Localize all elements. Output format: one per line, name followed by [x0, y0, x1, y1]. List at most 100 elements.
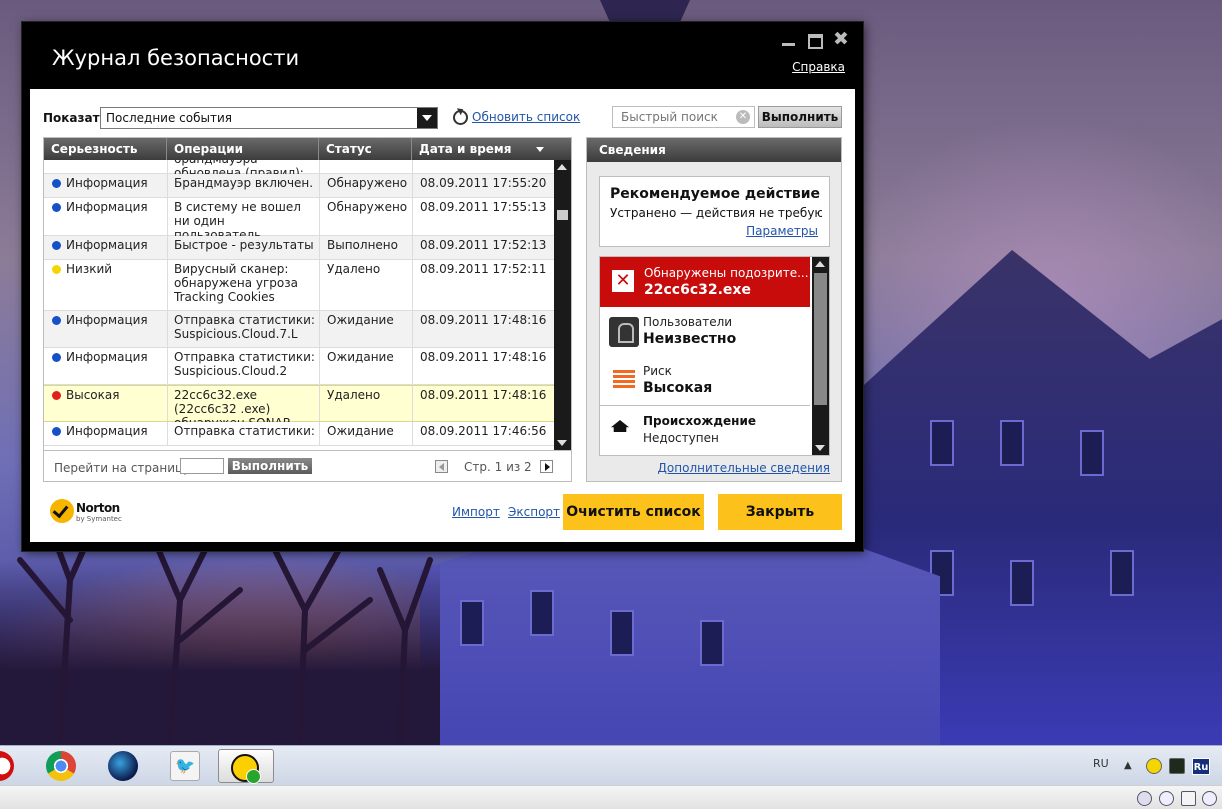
datetime-cell: 08.09.2011 17:52:11 [420, 262, 547, 276]
status-cell: Удалено [327, 388, 381, 402]
column-divider [319, 160, 320, 173]
column-datetime[interactable]: Дата и время [412, 138, 554, 160]
status-cell: Выполнено [327, 238, 398, 252]
norton-brand-sub: by Symantec [76, 515, 122, 523]
log-scrollbar[interactable] [554, 160, 571, 450]
pen-icon[interactable] [1181, 791, 1196, 806]
scroll-thumb[interactable] [814, 273, 827, 405]
norton-tray-icon[interactable] [1146, 758, 1162, 774]
goto-page-label: Перейти на страницу: [54, 461, 195, 475]
severity-text: Информация [66, 313, 148, 327]
severity-text: Низкий [66, 262, 113, 276]
help-link[interactable]: Справка [792, 60, 845, 74]
prev-page-icon[interactable] [435, 460, 448, 473]
scroll-up-icon[interactable] [815, 261, 825, 267]
show-dropdown[interactable]: Последние события [100, 107, 438, 129]
secondary-tray-bar [0, 785, 1222, 809]
settings-icon[interactable] [1159, 791, 1174, 806]
column-operations[interactable]: Операции [167, 138, 319, 160]
origin-label: Происхождение [643, 414, 756, 428]
parameters-link[interactable]: Параметры [746, 224, 818, 238]
status-cell: Обнаружено [327, 176, 408, 190]
network-icon[interactable] [1137, 791, 1152, 806]
language-indicator[interactable]: RU [1093, 757, 1109, 770]
severity-dot-icon [52, 391, 61, 400]
taskbar-norton[interactable] [218, 749, 274, 784]
column-divider [412, 160, 413, 173]
opera-icon [0, 751, 14, 781]
goto-page-input[interactable] [180, 458, 224, 474]
operation-cell: Отправка статистики: Suspicious.Cloud.7.… [174, 313, 315, 341]
clear-icon[interactable]: ✕ [736, 110, 750, 124]
sort-desc-icon[interactable] [536, 147, 544, 152]
taskbar-chrome[interactable] [34, 749, 90, 783]
details-header: Сведения [587, 138, 841, 162]
display-icon[interactable] [1202, 791, 1217, 806]
search-go-button[interactable]: Выполнить [758, 106, 842, 128]
status-cell: Ожидание [327, 424, 394, 438]
column-severity[interactable]: Серьезность [44, 138, 167, 160]
severity-text: Информация [66, 200, 148, 214]
tray-expand-icon[interactable]: ▲ [1124, 760, 1132, 771]
refresh-list-link[interactable]: Обновить список [472, 110, 580, 124]
table-row[interactable]: Низкий Вирусный сканер: обнаружена угроза… [44, 260, 554, 311]
table-row[interactable]: Информация Отправка статистики: Ожидание 08… [44, 422, 554, 446]
table-row[interactable]: ИнформацияНастройка брандмауэра обновлен… [44, 160, 554, 194]
threat-x-icon: ✕ [612, 270, 634, 292]
scroll-down-icon[interactable] [815, 445, 825, 451]
taskbar-twitter[interactable]: 🐦 [158, 749, 214, 783]
minimize-icon[interactable] [781, 32, 797, 48]
recommended-action-text: Устранено — действия не требуют... [610, 206, 822, 220]
table-row[interactable]: Информация Быстрое - результаты Выполнено 0… [44, 236, 554, 260]
import-link[interactable]: Импорт [452, 505, 500, 519]
threat-scrollbar[interactable] [812, 257, 829, 455]
table-row[interactable]: Высокая22cc6c32.exe (22cc6c32 .exe) обна… [44, 385, 554, 430]
terminal-tray-icon[interactable] [1169, 758, 1185, 774]
severity-dot-icon [52, 203, 61, 212]
scroll-down-icon[interactable] [557, 440, 567, 446]
column-divider [167, 174, 168, 197]
table-row[interactable]: Информация Отправка статистики: Suspiciou… [44, 348, 554, 385]
datetime-cell: 08.09.2011 17:48:16 [420, 388, 547, 402]
column-divider [167, 311, 168, 347]
refresh-icon[interactable] [453, 110, 468, 125]
taskbar-globe[interactable] [96, 749, 152, 783]
table-row[interactable]: Информация В систему не вошел ни один пол… [44, 198, 554, 242]
column-status[interactable]: Статус [319, 138, 412, 160]
users-label: Пользователи [643, 315, 733, 329]
close-icon[interactable]: ✖ [833, 30, 849, 49]
users-value: Неизвестно [643, 331, 737, 347]
table-row[interactable]: Информация Отправка статистики: Suspiciou… [44, 311, 554, 348]
severity-text: Информация [66, 350, 148, 364]
clear-list-button[interactable]: Очистить список [563, 494, 704, 530]
show-dropdown-value: Последние события [106, 111, 232, 125]
column-divider [319, 422, 320, 445]
column-divider [319, 348, 320, 384]
export-link[interactable]: Экспорт [508, 505, 560, 519]
scroll-up-icon[interactable] [557, 164, 567, 170]
quick-search-input[interactable] [613, 107, 733, 127]
keyboard-layout-badge[interactable]: Ru [1192, 758, 1210, 775]
column-divider [319, 174, 320, 197]
users-icon [609, 317, 639, 347]
window-body: Показать Последние события Обновить спис… [30, 89, 855, 542]
risk-icon [613, 370, 635, 388]
status-cell: Ожидание [327, 313, 394, 327]
maximize-icon[interactable] [807, 32, 823, 49]
more-details-link[interactable]: Дополнительные сведения [658, 461, 830, 475]
goto-page-button[interactable]: Выполнить [228, 458, 312, 474]
next-page-icon[interactable] [540, 460, 553, 473]
taskbar: 🐦 RU ▲ Ru [0, 745, 1222, 785]
chevron-down-icon[interactable] [417, 108, 437, 128]
column-divider [167, 260, 168, 310]
severity-dot-icon [52, 427, 61, 436]
security-history-window: Журнал безопасности ✖ Справка Показать П… [22, 22, 863, 551]
close-button[interactable]: Закрыть [718, 494, 842, 530]
users-info: Пользователи Неизвестно [600, 307, 810, 356]
table-row[interactable]: Информация Брандмауэр включен. Обнаружено 0… [44, 174, 554, 198]
threat-title: Обнаружены подозрите... [644, 266, 809, 280]
operation-cell: Отправка статистики: [174, 424, 315, 438]
severity-cell: Информация [52, 313, 167, 327]
norton-icon [231, 754, 261, 784]
scroll-thumb[interactable] [557, 210, 568, 220]
